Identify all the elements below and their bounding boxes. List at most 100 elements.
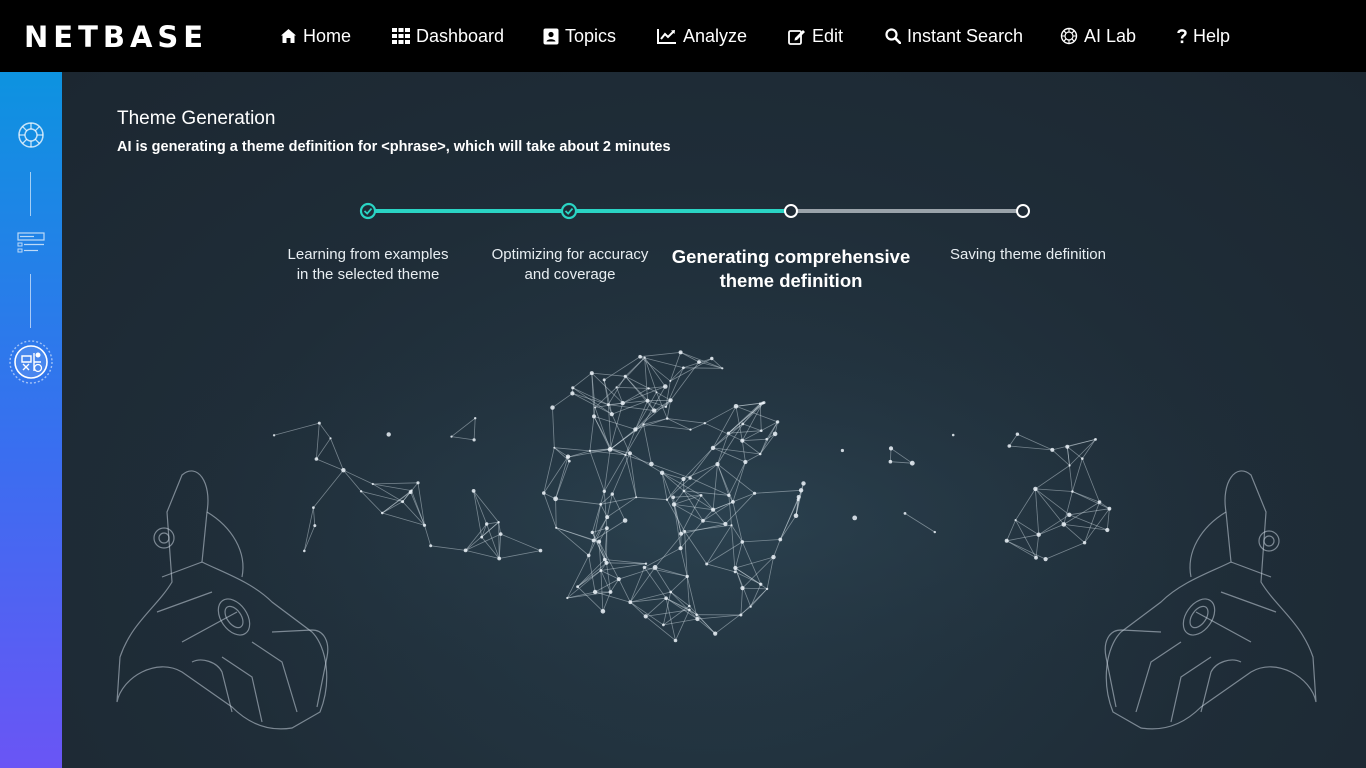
nav-edit[interactable]: Edit [788, 24, 843, 48]
network-node [586, 553, 591, 558]
network-node [645, 398, 650, 403]
network-node [726, 431, 731, 435]
network-node [553, 446, 556, 449]
network-node [695, 616, 700, 622]
network-node [710, 356, 714, 361]
network-node [588, 449, 592, 452]
step-2-line-2: and coverage [524, 266, 616, 283]
network-node [359, 490, 363, 493]
sidebar-item-ai[interactable] [13, 117, 49, 153]
network-node [664, 596, 668, 600]
network-node [933, 530, 936, 534]
network-node [600, 609, 606, 614]
network-node [669, 380, 672, 382]
network-node [793, 513, 799, 518]
nav-home[interactable]: Home [280, 24, 351, 48]
sidebar-item-theme-generation[interactable] [7, 338, 55, 386]
nav-instant-search-label: Instant Search [907, 26, 1024, 46]
network-node [796, 495, 801, 499]
network-node [622, 518, 628, 523]
network-node [602, 378, 606, 382]
ai-brain-icon [18, 122, 44, 148]
network-node [429, 544, 433, 548]
main-nav: Home Dashboard Topics Analyze Edit Insta… [0, 0, 1366, 72]
network-node [740, 438, 745, 443]
nav-topics[interactable]: Topics [543, 24, 616, 48]
network-node [597, 539, 602, 544]
network-node [888, 459, 893, 464]
network-node [715, 462, 720, 467]
network-node [566, 596, 569, 600]
nav-ai-lab[interactable]: AI Lab [1060, 24, 1136, 48]
network-node [664, 405, 668, 408]
network-node [635, 496, 638, 499]
sidebar-item-themes[interactable] [13, 226, 49, 262]
network-node [610, 447, 613, 450]
network-node [380, 511, 384, 515]
network-node [567, 459, 571, 463]
network-node [705, 562, 709, 566]
nav-analyze-label: Analyze [683, 26, 748, 46]
network-node [689, 428, 692, 431]
nav-dashboard[interactable]: Dashboard [392, 24, 504, 48]
network-node [659, 470, 665, 475]
network-node [682, 489, 686, 493]
ai-lab-icon [1060, 27, 1078, 45]
nav-help[interactable]: Help [1177, 24, 1230, 48]
network-node [599, 569, 603, 572]
network-node [685, 574, 689, 579]
network-node [1043, 557, 1048, 562]
network-node [604, 560, 609, 565]
step-3-line-2: theme definition [719, 270, 863, 291]
network-node [1065, 444, 1070, 449]
network-node [663, 384, 668, 389]
network-node [416, 481, 420, 485]
network-node [609, 412, 614, 417]
network-node [313, 524, 317, 528]
network-node [606, 403, 610, 407]
network-node [555, 526, 558, 529]
line-chart-icon [657, 29, 676, 44]
network-node [798, 488, 804, 493]
network-node [688, 476, 692, 480]
network-node [765, 437, 768, 441]
network-node [758, 452, 762, 456]
step-3-line-1: Generating comprehensive [671, 246, 911, 267]
network-node [697, 360, 701, 364]
network-node [840, 448, 845, 453]
sidebar-connector [30, 172, 31, 216]
network-node [765, 587, 769, 591]
nav-instant-search[interactable]: Instant Search [885, 24, 1023, 48]
network-node [713, 631, 718, 636]
network-node [463, 548, 468, 553]
step-node-4 [1016, 204, 1030, 218]
network-node [1094, 438, 1097, 441]
network-node [727, 493, 731, 497]
nav-help-label: Help [1193, 26, 1231, 46]
network-node [740, 540, 745, 544]
network-node [739, 613, 743, 617]
network-node [772, 431, 778, 437]
step-1-line-2: in the selected theme [296, 266, 440, 283]
nav-analyze[interactable]: Analyze [657, 24, 747, 48]
network-node [602, 489, 606, 493]
network-node [498, 532, 503, 536]
step-node-2 [560, 202, 578, 220]
left-sidebar [0, 72, 62, 768]
network-node [314, 457, 319, 461]
network-node [590, 530, 594, 535]
network-node [450, 435, 453, 438]
network-node [671, 502, 677, 507]
network-node [775, 420, 780, 424]
step-label-3: Generating comprehensive theme definitio… [661, 245, 921, 293]
network-link [683, 367, 723, 369]
network-node [497, 556, 502, 561]
network-node [771, 554, 776, 560]
network-node [401, 500, 405, 504]
step-4-line-1: Saving theme definition [950, 246, 1106, 263]
step-label-1: Learning from examples in the selected t… [268, 245, 468, 285]
network-node [749, 605, 752, 608]
network-node [678, 546, 683, 551]
progress-stepper: Learning from examples in the selected t… [62, 72, 1366, 312]
network-node [1014, 519, 1017, 522]
